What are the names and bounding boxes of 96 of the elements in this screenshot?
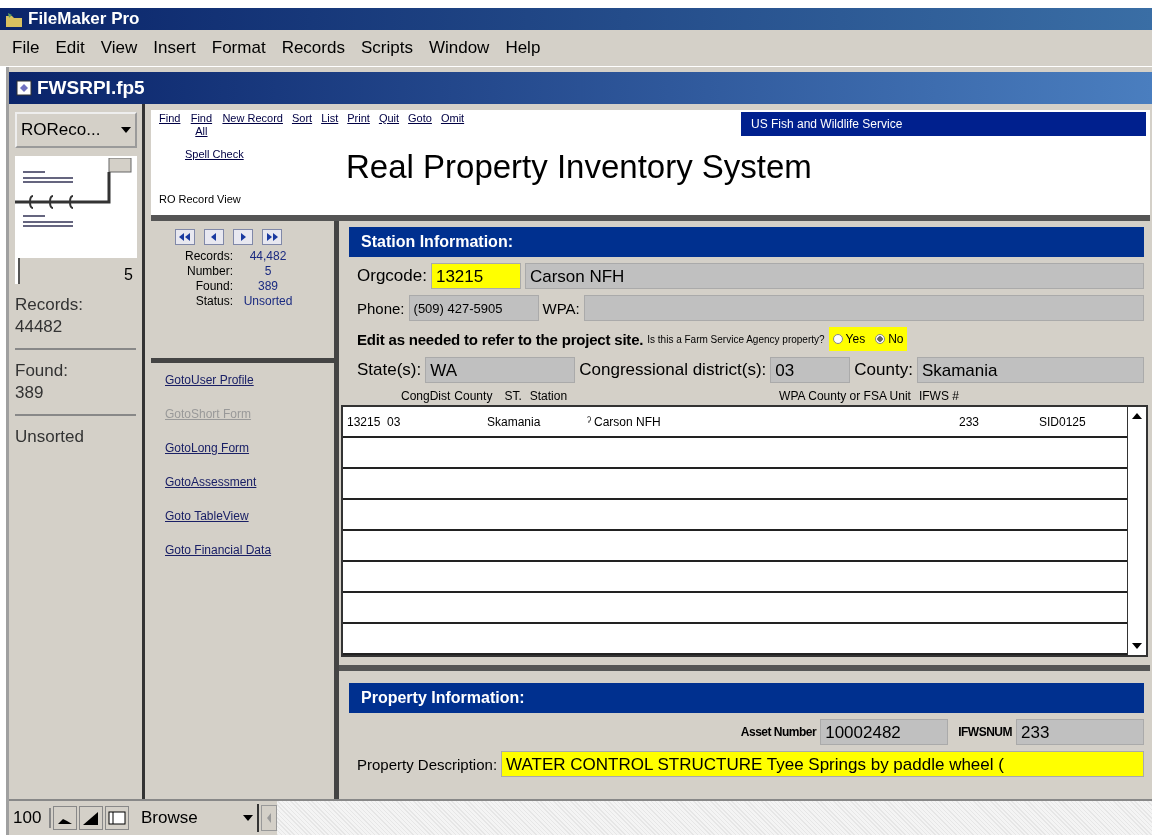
phone-field[interactable]: (509) 427-5905: [408, 295, 539, 321]
document-icon: [15, 79, 33, 97]
field-label: State(s):: [357, 360, 422, 380]
last-record-icon[interactable]: [262, 229, 282, 245]
ifwsnum-field[interactable]: 233: [1016, 719, 1144, 745]
field-label: County:: [854, 360, 913, 380]
previous-record-icon[interactable]: [204, 229, 224, 245]
goto-link[interactable]: GotoAssessment: [165, 475, 257, 489]
wpa-field[interactable]: [583, 295, 1144, 321]
caret-icon: [121, 127, 131, 133]
goto-link[interactable]: Goto TableView: [165, 509, 249, 523]
field-label: IFWSNUM: [958, 725, 1012, 739]
toolbar-link[interactable]: Goto: [408, 112, 432, 138]
goto-link[interactable]: GotoLong Form: [165, 441, 250, 455]
question-text: Is this a Farm Service Agency property?: [647, 333, 825, 345]
stat-value: 44,482: [248, 249, 288, 264]
toolbar-link[interactable]: Sort: [291, 112, 313, 138]
menu-item[interactable]: Help: [497, 38, 549, 58]
table-cell-text: 233: [959, 414, 981, 429]
section-heading: Station Information:: [349, 227, 1144, 257]
agency-banner: US Fish and Wildlife Service: [741, 112, 1146, 136]
field-label: Property Description:: [357, 755, 498, 773]
system-title: Real Property Inventory System: [346, 148, 812, 186]
table-cell-text: 13215: [346, 414, 382, 429]
column-header: CongDist: [401, 389, 451, 403]
caret-icon: [243, 815, 253, 821]
toolbar-link[interactable]: New Record: [222, 112, 283, 138]
toolbar-link[interactable]: Find: [159, 112, 181, 138]
layout-name: RO Record View: [159, 193, 242, 205]
table-cell: SID0125: [1039, 414, 1086, 429]
stat-value: 5: [263, 264, 273, 279]
layout-menu[interactable]: ROReco...: [15, 112, 137, 148]
app-title: FileMaker Pro: [28, 9, 140, 29]
table-cell-text: Skamania: [487, 414, 542, 429]
table-cell-text: ˀ: [587, 414, 593, 429]
column-header: ST.: [504, 389, 522, 403]
stat-label: Status:: [194, 294, 233, 309]
toolbar-link[interactable]: Quit: [378, 112, 400, 138]
station-name-field[interactable]: Carson NFH: [524, 263, 1144, 289]
document-title: FWSRPI.fp5: [37, 77, 145, 99]
toolbar-link[interactable]: Print: [347, 112, 370, 138]
field-label: Orgcode:: [357, 266, 427, 286]
field-label: WPA:: [542, 299, 580, 317]
goto-link[interactable]: Goto Financial Data: [165, 543, 272, 557]
app-icon: [4, 10, 24, 28]
field-label: Phone:: [357, 299, 405, 317]
state-field[interactable]: WA: [425, 357, 576, 383]
radio-option[interactable]: Yes: [832, 332, 866, 346]
menu-item[interactable]: Edit: [47, 38, 93, 58]
property-description-field[interactable]: WATER CONTROL STRUCTURE Tyee Springs by paddle wheel (: [501, 751, 1144, 777]
column-header: Station: [529, 389, 568, 403]
first-record-icon[interactable]: [175, 229, 195, 245]
menu-item[interactable]: Insert: [145, 38, 204, 58]
menu-item[interactable]: Format: [203, 38, 274, 58]
county-field[interactable]: Skamania: [916, 357, 1144, 383]
column-header: County: [454, 389, 493, 403]
stat-value: Unsorted: [242, 294, 294, 309]
radio-label: No: [888, 332, 904, 346]
radio-button[interactable]: [832, 334, 843, 344]
zoom-in-icon[interactable]: [79, 806, 103, 830]
radio-label: Yes: [845, 332, 866, 346]
menu-item[interactable]: Window: [420, 38, 498, 58]
menu-item[interactable]: Records: [273, 38, 353, 58]
stat-label: Number:: [186, 264, 233, 279]
goto-link[interactable]: GotoUser Profile: [165, 373, 254, 387]
radio-option[interactable]: No: [875, 332, 904, 346]
section-heading: Property Information:: [349, 683, 1144, 713]
record-count: Records: 44482: [15, 294, 85, 338]
stat-value: 389: [257, 279, 279, 294]
field-label: Asset Number: [740, 725, 817, 739]
district-field[interactable]: 03: [770, 357, 851, 383]
toolbar-link[interactable]: List: [321, 112, 339, 138]
field-label: Congressional district(s):: [579, 360, 767, 380]
menu-item[interactable]: Scripts: [352, 38, 421, 58]
stat-label: Records:: [183, 249, 233, 264]
column-header: IFWS #: [918, 389, 959, 403]
menu-item[interactable]: File: [4, 38, 48, 58]
radio-button[interactable]: [875, 334, 886, 344]
found-count: Found: 389: [15, 360, 69, 404]
orgcode-field[interactable]: 13215: [430, 263, 521, 289]
next-record-icon[interactable]: [233, 229, 253, 245]
table-cell-text: 03: [386, 414, 402, 429]
toolbar-link[interactable]: Spell Check: [185, 148, 244, 160]
sort-status: Unsorted: [15, 426, 85, 448]
toolbar-link[interactable]: Omit: [440, 112, 465, 138]
asset-number-field[interactable]: 10002482: [820, 719, 949, 745]
record-number: 5: [124, 266, 133, 284]
table-cell-text: Carson NFH: [594, 414, 662, 429]
zoom-out-icon[interactable]: [53, 806, 77, 830]
stat-label: Found:: [194, 279, 233, 294]
zoom-level[interactable]: 100: [13, 808, 51, 828]
status-area-toggle-icon[interactable]: [105, 806, 129, 830]
instruction-text: Edit as needed to refer to the project site.: [357, 330, 644, 348]
toolbar-link[interactable]: Find All: [189, 112, 214, 138]
column-header: WPA County or FSA Unit: [779, 389, 911, 403]
menu-item[interactable]: View: [92, 38, 146, 58]
